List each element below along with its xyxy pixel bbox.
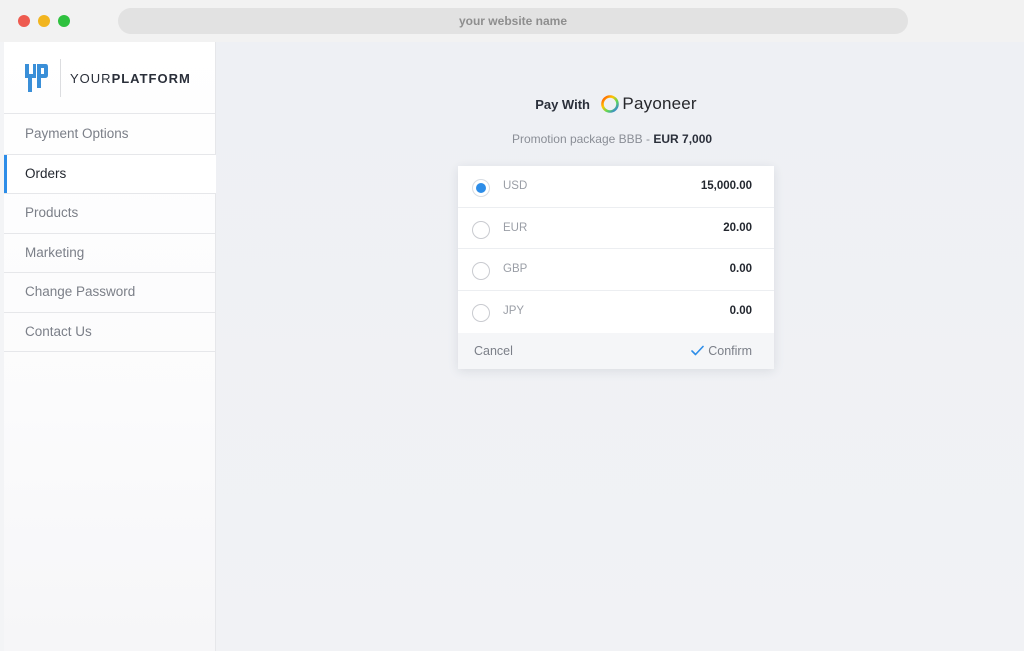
promotion-summary: Promotion package BBB - EUR 7,000 [216,132,1008,146]
confirm-button[interactable]: Confirm [691,344,752,358]
currency-radio-eur[interactable] [472,220,490,239]
platform-logo-icon [25,64,48,92]
brand-name: YOURPLATFORM [70,71,191,86]
currency-code: GBP [503,263,528,276]
browser-window: your website name YOURPLATFORM Payment O… [0,0,1024,651]
sidebar-item-change-password[interactable]: Change Password [4,273,216,313]
currency-balance: 0.00 [729,305,752,318]
currency-radio-jpy[interactable] [472,304,490,323]
pay-with-header: Pay With Payoneer [216,94,1016,114]
address-bar[interactable]: your website name [118,8,908,34]
main-content: Pay With Payoneer Promotion package BBB … [216,42,1024,651]
currency-balance: 20.00 [723,221,752,234]
currency-selection-card: USD 15,000.00 EUR 20.00 GBP 0.00 JPY 0.0… [458,166,774,369]
currency-balance: 15,000.00 [700,180,752,192]
card-footer: Cancel Confirm [458,333,774,369]
sidebar-nav: Payment Options Orders Products Marketin… [4,115,216,352]
currency-balance: 0.00 [729,263,752,276]
payoneer-ring-icon [601,95,620,113]
maximize-window-button[interactable] [58,15,70,27]
currency-radio-gbp[interactable] [472,262,490,281]
brand-name-light: YOUR [70,71,112,86]
promotion-package-text: Promotion package BBB - [511,132,654,146]
confirm-label: Confirm [708,344,752,358]
logo-divider [60,59,61,97]
sidebar-item-contact-us[interactable]: Contact Us [4,313,216,352]
brand-name-bold: PLATFORM [111,71,191,86]
sidebar-item-orders[interactable]: Orders [4,154,216,194]
currency-option-usd[interactable]: USD 15,000.00 [458,166,774,208]
currency-code: USD [503,180,528,192]
currency-radio-usd[interactable] [472,179,490,197]
promotion-price: EUR 7,000 [653,132,713,146]
sidebar-item-products[interactable]: Products [4,194,216,234]
close-window-button[interactable] [18,15,30,27]
sidebar-item-payment-options[interactable]: Payment Options [4,115,216,155]
brand-logo: YOURPLATFORM [4,42,216,114]
currency-option-jpy[interactable]: JPY 0.00 [458,291,774,333]
payoneer-wordmark: Payoneer [622,94,697,113]
sidebar-item-marketing[interactable]: Marketing [4,234,216,273]
currency-code: EUR [503,221,528,234]
pay-with-label: Pay With [535,96,590,112]
payoneer-logo: Payoneer [600,94,697,114]
minimize-window-button[interactable] [38,15,50,27]
currency-code: JPY [503,305,525,318]
sidebar: YOURPLATFORM Payment Options Orders Prod… [4,42,216,651]
cancel-button[interactable]: Cancel [474,344,513,358]
check-icon [691,345,705,356]
currency-option-gbp[interactable]: GBP 0.00 [458,249,774,292]
currency-option-eur[interactable]: EUR 20.00 [458,208,774,250]
browser-toolbar: your website name [0,0,1024,42]
